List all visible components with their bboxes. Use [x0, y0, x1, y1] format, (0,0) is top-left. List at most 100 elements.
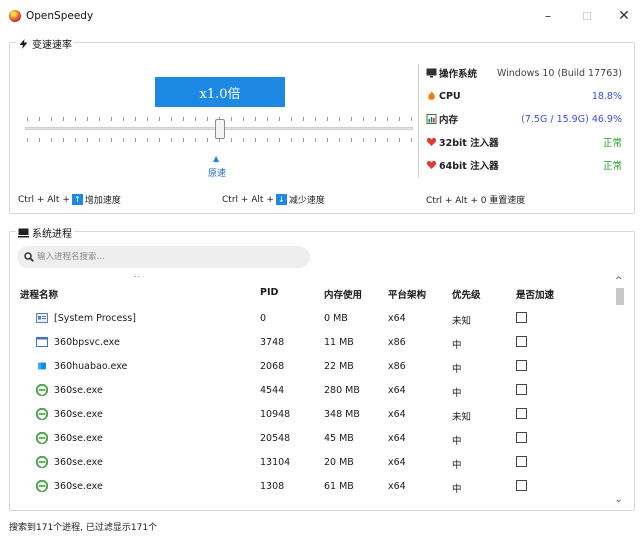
process-name: 360se.exe	[54, 409, 103, 420]
process-pid: 2068	[260, 361, 285, 372]
accelerate-checkbox[interactable]	[516, 408, 527, 419]
table-row[interactable]: 360huabao.exe 2068 22 MB x86 中	[11, 355, 611, 379]
process-priority: 中	[452, 460, 462, 471]
process-pid: 3748	[260, 337, 285, 348]
process-arch: x86	[388, 361, 406, 372]
process-priority: 未知	[452, 316, 472, 327]
process-priority: 中	[452, 340, 462, 351]
accelerate-checkbox[interactable]	[516, 432, 527, 443]
table-row[interactable]: 360bpsvc.exe 3748 11 MB x86 中	[11, 331, 611, 355]
info-injector-64: 64bit 注入器 正常	[426, 157, 622, 173]
accelerate-checkbox[interactable]	[516, 360, 527, 371]
process-pid: 1308	[260, 481, 285, 492]
process-pid: 4544	[260, 385, 285, 396]
table-row[interactable]: 360se.exe 4544 280 MB x64 中	[11, 379, 611, 403]
info-os: 操作系统 Windows 10 (Build 17763)	[426, 65, 622, 81]
info-separator	[418, 64, 419, 178]
accelerate-checkbox[interactable]	[516, 312, 527, 323]
accelerate-checkbox[interactable]	[516, 480, 527, 491]
cpu-icon	[428, 91, 435, 100]
process-memory: 20 MB	[324, 457, 354, 468]
process-name: 360se.exe	[54, 481, 103, 492]
info-injector-32-value: 正常	[602, 138, 622, 149]
origin-marker-icon: ▲	[213, 154, 220, 163]
process-arch: x64	[388, 409, 406, 420]
process-search[interactable]	[17, 246, 310, 268]
column-header-accelerate[interactable]: 是否加速	[516, 287, 554, 301]
computer-icon	[18, 228, 29, 237]
column-header-pid[interactable]: PID	[260, 287, 278, 298]
system-icon	[36, 312, 48, 324]
browser-icon	[36, 456, 48, 468]
info-os-value: Windows 10 (Build 17763)	[496, 67, 622, 79]
speed-group-title: 变速速率	[16, 36, 74, 51]
column-header-memory[interactable]: 内存使用	[324, 287, 362, 301]
process-name: [System Process]	[54, 313, 136, 324]
maximize-button[interactable]: ☐	[572, 6, 602, 26]
process-priority: 中	[452, 436, 462, 447]
process-priority: 未知	[452, 412, 472, 423]
table-scrollbar[interactable]: ^ ⌄	[612, 276, 628, 509]
process-memory: 45 MB	[324, 433, 354, 444]
process-group-title: 系统进程	[16, 225, 74, 240]
info-cpu-label: CPU	[439, 90, 461, 102]
process-arch: x86	[388, 337, 406, 348]
table-row[interactable]: [System Process] 0 0 MB x64 未知	[11, 307, 611, 331]
process-memory: 280 MB	[324, 385, 360, 396]
search-input[interactable]	[37, 252, 297, 262]
sort-caret-icon[interactable]: ^	[133, 276, 141, 284]
process-memory: 348 MB	[324, 409, 360, 420]
info-memory-value: (7.5G / 15.9G) 46.9%	[521, 113, 622, 125]
process-priority: 中	[452, 364, 462, 375]
scroll-up-icon[interactable]: ^	[615, 276, 623, 286]
search-icon	[24, 252, 34, 262]
process-memory: 11 MB	[324, 337, 354, 348]
close-button[interactable]: ✕	[609, 6, 639, 26]
process-arch: x64	[388, 481, 406, 492]
hotkey-increase: Ctrl + Alt + ↑ 增加速度	[18, 193, 121, 206]
info-memory: 内存 (7.5G / 15.9G) 46.9%	[426, 111, 622, 127]
window-title: OpenSpeedy	[26, 10, 94, 22]
scroll-down-icon[interactable]: ⌄	[615, 495, 623, 505]
process-memory: 61 MB	[324, 481, 354, 492]
table-row[interactable]: 360se.exe 20548 45 MB x64 中	[11, 427, 611, 451]
process-arch: x64	[388, 433, 406, 444]
process-table: ^ 进程名称 PID 内存使用 平台架构 优先级 是否加速 [System Pr…	[11, 276, 611, 509]
column-header-name[interactable]: 进程名称	[20, 287, 58, 301]
table-row[interactable]: 360se.exe 13104 20 MB x64 中	[11, 451, 611, 475]
speed-slider-thumb[interactable]	[215, 119, 225, 139]
info-injector-64-label: 64bit 注入器	[439, 161, 499, 172]
info-cpu: CPU 18.8%	[426, 88, 622, 104]
table-row[interactable]: 360se.exe 10948 348 MB x64 未知	[11, 403, 611, 427]
process-name: 360bpsvc.exe	[54, 337, 120, 348]
accelerate-checkbox[interactable]	[516, 336, 527, 347]
scroll-thumb[interactable]	[616, 288, 624, 305]
browser-icon	[36, 432, 48, 444]
window-icon	[36, 336, 48, 348]
down-arrow-key-icon: ↓	[275, 194, 287, 205]
table-row[interactable]: 360se.exe 1308 61 MB x64 中	[11, 475, 611, 499]
accelerate-checkbox[interactable]	[516, 384, 527, 395]
hotkey-reset: Ctrl + Alt + 0 重置速度	[426, 196, 526, 206]
process-arch: x64	[388, 313, 406, 324]
heart-icon	[426, 137, 437, 146]
process-arch: x64	[388, 385, 406, 396]
browser-icon	[36, 408, 48, 420]
openspeedy-logo-icon	[9, 10, 21, 22]
process-name: 360huabao.exe	[54, 361, 128, 372]
hotkey-increase-prefix: Ctrl + Alt +	[18, 194, 70, 205]
chart-icon	[426, 114, 437, 124]
process-memory: 22 MB	[324, 361, 354, 372]
process-group-label: 系统进程	[32, 229, 72, 240]
process-name: 360se.exe	[54, 457, 103, 468]
minimize-button[interactable]: –	[533, 6, 563, 26]
table-header: ^ 进程名称 PID 内存使用 平台架构 优先级 是否加速	[11, 276, 611, 306]
info-os-label: 操作系统	[439, 69, 478, 80]
column-header-priority[interactable]: 优先级	[452, 287, 481, 301]
process-pid: 13104	[260, 457, 291, 468]
accelerate-checkbox[interactable]	[516, 456, 527, 467]
hotkey-decrease-prefix: Ctrl + Alt +	[222, 194, 274, 205]
process-name: 360se.exe	[54, 433, 103, 444]
column-header-arch[interactable]: 平台架构	[388, 287, 426, 301]
app-icon	[36, 360, 48, 372]
